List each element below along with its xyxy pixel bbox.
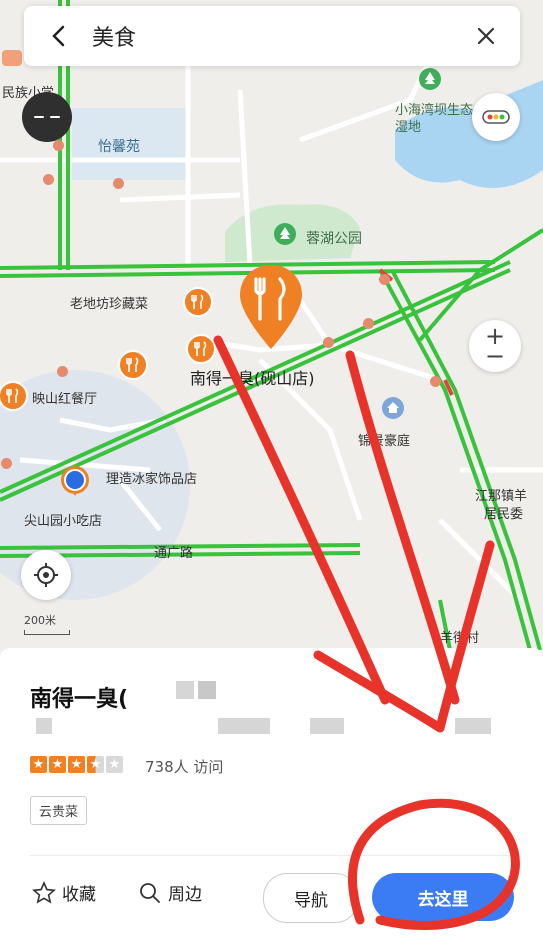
close-button[interactable] bbox=[466, 16, 506, 56]
star-icon: ★ bbox=[87, 756, 104, 773]
search-icon bbox=[140, 882, 160, 903]
redacted-block bbox=[36, 718, 52, 734]
map-label-selected[interactable]: 南得一臭(砚山店) bbox=[190, 365, 315, 389]
poi-dot[interactable] bbox=[363, 318, 374, 329]
poi-dot[interactable] bbox=[57, 366, 68, 377]
navigate-button[interactable]: 导航 bbox=[263, 873, 359, 923]
star-icon: ★ bbox=[30, 756, 47, 773]
tree-icon bbox=[274, 223, 296, 245]
map-label-restaurant1[interactable]: 老地坊珍藏菜 bbox=[70, 293, 148, 312]
school-icon bbox=[2, 50, 22, 66]
visit-count: 738人 访问 bbox=[145, 758, 224, 776]
star-icon: ★ bbox=[106, 756, 123, 773]
star-outline-icon bbox=[32, 880, 56, 904]
redacted-block bbox=[218, 718, 270, 734]
restaurant-icon[interactable] bbox=[186, 334, 216, 364]
map-label-snack[interactable]: 尖山园小吃店 bbox=[24, 510, 102, 529]
redacted-block bbox=[198, 681, 216, 699]
avatar[interactable] bbox=[22, 92, 72, 142]
poi-dot[interactable] bbox=[53, 140, 64, 151]
poi-dot[interactable] bbox=[379, 274, 390, 285]
traffic-button[interactable] bbox=[472, 93, 520, 141]
locate-icon bbox=[34, 563, 58, 587]
map-scale: 200米 bbox=[24, 612, 70, 635]
redacted-block bbox=[176, 681, 194, 699]
star-icon: ★ bbox=[68, 756, 85, 773]
map-label-town: 江那镇羊 bbox=[475, 489, 528, 504]
search-bar[interactable]: 美食 bbox=[24, 6, 520, 66]
map-label-restaurant2[interactable]: 映山红餐厅 bbox=[32, 388, 97, 407]
redacted-block bbox=[310, 718, 344, 734]
search-query[interactable]: 美食 bbox=[92, 20, 466, 52]
map-label-road: 通广路 bbox=[154, 546, 194, 561]
back-button[interactable] bbox=[42, 19, 76, 53]
star-icon: ★ bbox=[49, 756, 66, 773]
poi-dot[interactable] bbox=[43, 174, 54, 185]
map-label-wetland: 小海湾坝生态湿地 bbox=[395, 103, 474, 135]
back-icon bbox=[52, 25, 65, 47]
selected-restaurant-pin[interactable] bbox=[238, 263, 304, 351]
favorite-label: 收藏 bbox=[62, 885, 96, 905]
tree-icon bbox=[419, 68, 441, 90]
map-view[interactable]: 民族小学 怡馨苑 小海湾坝生态湿地 蓉湖公园 老地坊珍藏菜 南得一臭(砚山店) … bbox=[0, 0, 543, 650]
zoom-out-button[interactable]: − bbox=[485, 344, 505, 368]
favorite-button[interactable]: 收藏 bbox=[32, 880, 96, 905]
map-label-lake-park: 蓉湖公园 bbox=[306, 231, 362, 247]
map-label-village: 羊街村 bbox=[440, 631, 480, 646]
map-label-shop[interactable]: 理造冰家饰品店 bbox=[106, 468, 197, 487]
nearby-button[interactable]: 周边 bbox=[138, 880, 202, 905]
nearby-label: 周边 bbox=[168, 885, 202, 905]
place-detail-sheet[interactable]: 南得一臭( ★ ★ ★ ★ ★ 738人 访问 云贵菜 收藏 周边 导航 去这里 bbox=[0, 648, 543, 937]
go-here-button[interactable]: 去这里 bbox=[372, 873, 514, 921]
home-icon bbox=[382, 397, 404, 419]
rating-stars: ★ ★ ★ ★ ★ bbox=[30, 756, 123, 773]
divider bbox=[30, 855, 513, 856]
poi-dot[interactable] bbox=[113, 178, 124, 189]
location-dot-icon bbox=[59, 464, 91, 498]
map-label-park-area: 怡馨苑 bbox=[98, 139, 140, 155]
map-label-residence: 锦景豪庭 bbox=[358, 434, 411, 449]
zoom-control[interactable]: + − bbox=[469, 320, 521, 372]
avatar-icon bbox=[34, 116, 60, 118]
scale-label: 200米 bbox=[24, 614, 56, 627]
place-title: 南得一臭( bbox=[30, 687, 129, 712]
scale-bar bbox=[24, 630, 70, 635]
close-icon bbox=[477, 27, 495, 45]
poi-dot[interactable] bbox=[430, 376, 441, 387]
poi-dot[interactable] bbox=[1, 458, 12, 469]
restaurant-icon[interactable] bbox=[183, 287, 213, 317]
restaurant-icon[interactable] bbox=[118, 350, 148, 380]
locate-button[interactable] bbox=[21, 550, 71, 600]
cuisine-tag: 云贵菜 bbox=[30, 796, 88, 825]
traffic-icon bbox=[482, 110, 510, 124]
redacted-block bbox=[455, 718, 491, 734]
map-label-village-area: 居民委 bbox=[484, 507, 524, 522]
poi-dot[interactable] bbox=[323, 337, 334, 348]
